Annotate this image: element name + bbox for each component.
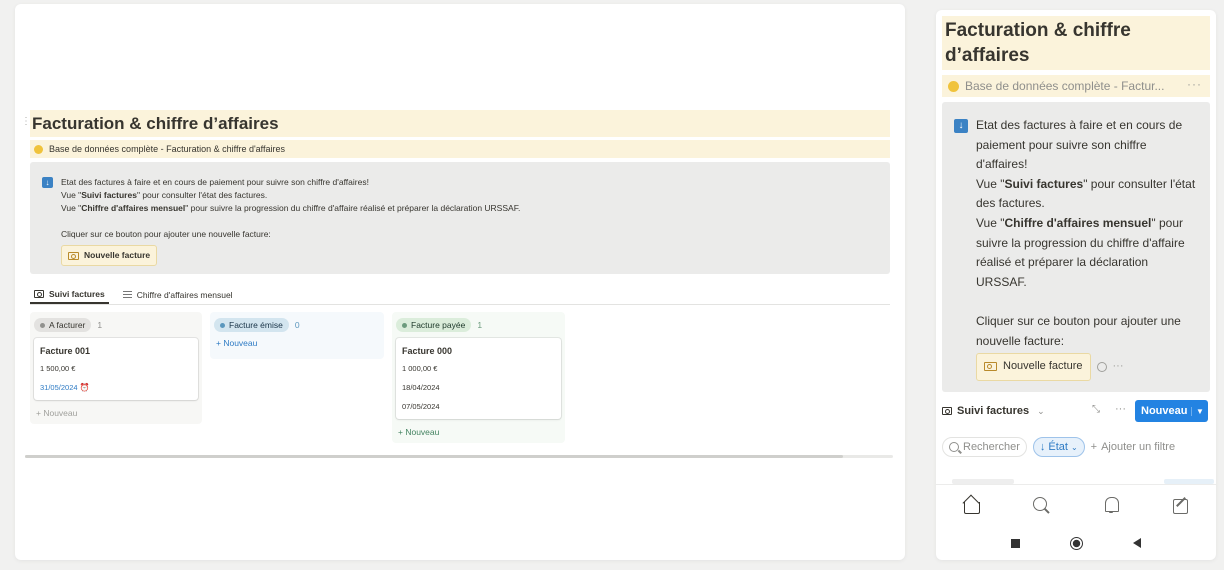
view-tabs: Suivi factures Chiffre d'affaires mensue… — [30, 285, 890, 305]
search-button[interactable]: Rechercher — [942, 437, 1027, 457]
cash-icon — [68, 251, 79, 260]
desktop-window: ⋮ Facturation & chiffre d’affaires Base … — [15, 4, 905, 560]
more-options-icon[interactable]: ··· — [1113, 357, 1124, 377]
recents-icon[interactable] — [1011, 538, 1020, 548]
callout-line-2: Vue "Suivi factures" pour consulter l'ét… — [61, 190, 268, 200]
mobile-window: Facturation & chiffre d’affaires Base de… — [936, 10, 1216, 560]
callout-line-2: Vue "Suivi factures" pour consulter l'ét… — [976, 176, 1196, 211]
column-count: 0 — [294, 320, 300, 330]
callout-text: Etat des factures à faire et en cours de… — [61, 176, 520, 274]
view-bar: Suivi factures ⌄ ⤡ ··· Nouveau ▼ — [942, 400, 1210, 422]
callout-line-1: Etat des factures à faire et en cours de… — [61, 177, 369, 187]
card-title: Facture 001 — [40, 346, 91, 356]
page-title: Facturation & chiffre d’affaires — [942, 16, 1210, 70]
database-dot-icon — [34, 144, 43, 154]
new-record-button[interactable]: Nouveau ▼ — [1135, 400, 1208, 422]
callout-line-3: Vue "Chiffre d'affaires mensuel" pour su… — [61, 203, 521, 213]
arrow-down-icon: ↓ — [1039, 441, 1046, 453]
board-column-a-facturer: A facturer 1 Facture 001 1 500,00 € 31/0… — [30, 312, 202, 424]
back-icon[interactable] — [1133, 538, 1141, 548]
add-new-card[interactable]: + Nouveau — [214, 338, 380, 348]
database-link-label: Base de données complète - Factur... — [965, 79, 1165, 93]
board-icon — [34, 289, 44, 298]
callout-line-1: Etat des factures à faire et en cours de… — [976, 118, 1183, 172]
card-date: 07/05/2024 — [402, 402, 440, 411]
card-date: 18/04/2024 — [402, 383, 440, 392]
scrollbar-thumb[interactable] — [25, 455, 843, 458]
alarm-clock-icon: ⏰ — [79, 383, 90, 392]
column-count: 1 — [477, 320, 483, 330]
status-pill: Facture payée — [396, 318, 472, 332]
bottom-navigation — [936, 484, 1216, 524]
search-icon[interactable] — [1032, 496, 1050, 514]
database-link[interactable]: Base de données complète - Factur... ··· — [942, 75, 1210, 97]
callout-line-4: Cliquer sur ce bouton pour ajouter une n… — [976, 313, 1181, 348]
more-options-icon[interactable]: ··· — [1187, 77, 1202, 91]
database-dot-icon — [948, 80, 959, 92]
database-link-label: Base de données complète - Facturation &… — [49, 144, 286, 154]
view-switcher[interactable]: Suivi factures ⌄ — [942, 405, 1045, 417]
horizontal-scrollbar[interactable] — [25, 455, 893, 458]
home-button-icon[interactable] — [1070, 536, 1083, 550]
column-count: 1 — [97, 320, 103, 330]
status-pill: A facturer — [34, 318, 92, 332]
board-column-facture-payee: Facture payée 1 Facture 000 1 000,00 € 1… — [392, 312, 565, 443]
cash-icon — [984, 362, 997, 372]
arrow-down-icon: ↓ — [954, 119, 968, 133]
expand-icon[interactable]: ⤡ — [1092, 405, 1102, 415]
callout: ↓ Etat des factures à faire et en cours … — [942, 102, 1210, 392]
status-pill: Facture émise — [214, 318, 289, 332]
callout-line-3: Vue "Chiffre d'affaires mensuel" pour su… — [976, 215, 1185, 289]
arrow-down-icon: ↓ — [42, 177, 53, 188]
card-title: Facture 000 — [402, 346, 453, 356]
filter-etat[interactable]: ↓ État ⌄ — [1032, 437, 1085, 457]
board-column-facture-emise: Facture émise 0 + Nouveau — [210, 312, 384, 359]
tab-chiffre-affaires-mensuel[interactable]: Chiffre d'affaires mensuel — [119, 285, 237, 304]
compose-icon[interactable] — [1172, 496, 1190, 514]
new-invoice-button[interactable]: Nouvelle facture — [61, 245, 158, 266]
callout-text: Etat des factures à faire et en cours de… — [976, 116, 1198, 392]
add-filter-button[interactable]: + Ajouter un filtre — [1091, 441, 1175, 453]
add-new-card[interactable]: + Nouveau — [34, 408, 198, 418]
invoice-card[interactable]: Facture 001 1 500,00 € 31/05/2024 ⏰ — [34, 338, 198, 400]
system-navigation — [936, 526, 1216, 560]
tab-suivi-factures[interactable]: Suivi factures — [30, 285, 109, 304]
database-link[interactable]: Base de données complète - Facturation &… — [30, 140, 890, 158]
card-date: 31/05/2024 ⏰ — [40, 383, 90, 392]
card-amount: 1 000,00 € — [402, 364, 438, 373]
search-icon — [949, 442, 959, 452]
list-icon — [122, 291, 132, 298]
add-new-card[interactable]: + Nouveau — [396, 427, 561, 437]
bell-icon[interactable] — [1102, 496, 1120, 514]
callout: ↓ Etat des factures à faire et en cours … — [30, 162, 890, 274]
invoice-card[interactable]: Facture 000 1 000,00 € 18/04/2024 07/05/… — [396, 338, 561, 419]
home-icon[interactable] — [962, 496, 980, 514]
more-options-icon[interactable]: ··· — [1115, 403, 1126, 415]
chevron-down-icon[interactable]: ▼ — [1191, 406, 1208, 416]
board-icon — [942, 407, 952, 415]
page-title: Facturation & chiffre d’affaires — [30, 110, 890, 137]
callout-line-4: Cliquer sur ce bouton pour ajouter une n… — [61, 229, 271, 239]
plus-icon: + — [1090, 441, 1098, 453]
gear-icon[interactable] — [1096, 361, 1107, 372]
filter-bar: Rechercher ↓ État ⌄ + Ajouter un filtre — [942, 435, 1210, 459]
chevron-down-icon: ⌄ — [1037, 405, 1045, 416]
card-amount: 1 500,00 € — [40, 364, 76, 373]
chevron-down-icon: ⌄ — [1070, 442, 1078, 452]
new-invoice-button[interactable]: Nouvelle facture — [976, 353, 1091, 381]
button-row: Nouvelle facture ··· — [976, 353, 1198, 381]
